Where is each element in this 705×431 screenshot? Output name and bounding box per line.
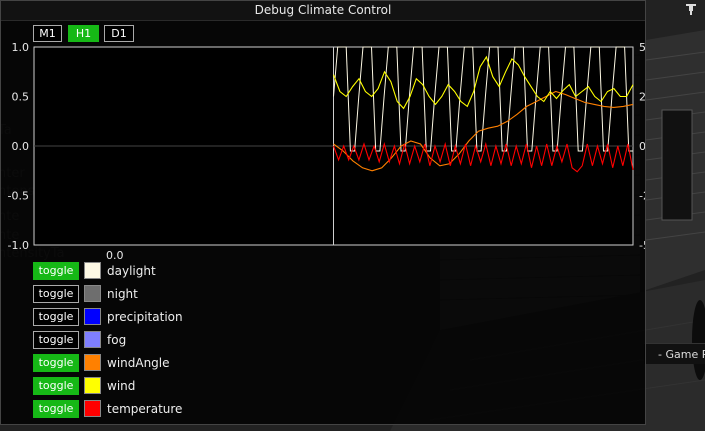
legend-label-precipitation: precipitation xyxy=(107,310,183,324)
color-swatch-wind xyxy=(84,377,101,394)
tab-m1[interactable]: M1 xyxy=(33,25,62,42)
left-axis-tick-label: -1.0 xyxy=(8,239,29,252)
tab-d1[interactable]: D1 xyxy=(104,25,134,42)
color-swatch-night xyxy=(84,285,101,302)
toggle-night-button[interactable]: toggle xyxy=(33,285,79,303)
legend-label-windangle: windAngle xyxy=(107,356,170,370)
debug-climate-window: Debug Climate Control M1 H1 D1 1.0 0.5 0.0… xyxy=(0,0,646,425)
toggle-wind-button[interactable]: toggle xyxy=(33,377,79,395)
tab-h1[interactable]: H1 xyxy=(68,25,99,42)
color-swatch-daylight xyxy=(84,262,101,279)
toggle-daylight-button[interactable]: toggle xyxy=(33,262,79,280)
right-axis-tick-label: -25 C xyxy=(639,190,645,203)
legend-label-wind: wind xyxy=(107,379,136,393)
pin-icon[interactable] xyxy=(684,3,698,16)
color-swatch-fog xyxy=(84,331,101,348)
color-swatch-windangle xyxy=(84,354,101,371)
climate-chart: 1.0 0.5 0.0 -0.5 -1.0 50 C 25 C 0 C -25 C -50 C 0.… xyxy=(8,41,645,262)
left-axis-tick-label: 0.5 xyxy=(12,91,30,104)
left-axis-tick-label: 1.0 xyxy=(12,41,30,54)
x-axis-value-label: 0.0 xyxy=(106,249,124,262)
legend-label-fog: fog xyxy=(107,333,127,347)
left-axis-tick-label: -0.5 xyxy=(8,190,29,203)
window-titlebar[interactable]: Debug Climate Control xyxy=(1,1,645,21)
toggle-windangle-button[interactable]: toggle xyxy=(33,354,79,372)
left-axis-tick-label: 0.0 xyxy=(12,140,30,153)
legend-label-night: night xyxy=(107,287,138,301)
right-axis-tick-label: 0 C xyxy=(639,140,645,153)
right-axis-tick-label: 50 C xyxy=(639,41,645,54)
color-swatch-precipitation xyxy=(84,308,101,325)
right-axis-tick-label: -50 C xyxy=(639,239,645,252)
toggle-fog-button[interactable]: toggle xyxy=(33,331,79,349)
toggle-temperature-button[interactable]: toggle xyxy=(33,400,79,418)
legend-label-daylight: daylight xyxy=(107,264,156,278)
game-menu-button[interactable]: - Game P xyxy=(644,343,705,364)
toggle-precipitation-button[interactable]: toggle xyxy=(33,308,79,326)
color-swatch-temperature xyxy=(84,400,101,417)
window-title: Debug Climate Control xyxy=(254,3,392,17)
right-axis-tick-label: 25 C xyxy=(639,91,645,104)
legend-label-temperature: temperature xyxy=(107,402,183,416)
